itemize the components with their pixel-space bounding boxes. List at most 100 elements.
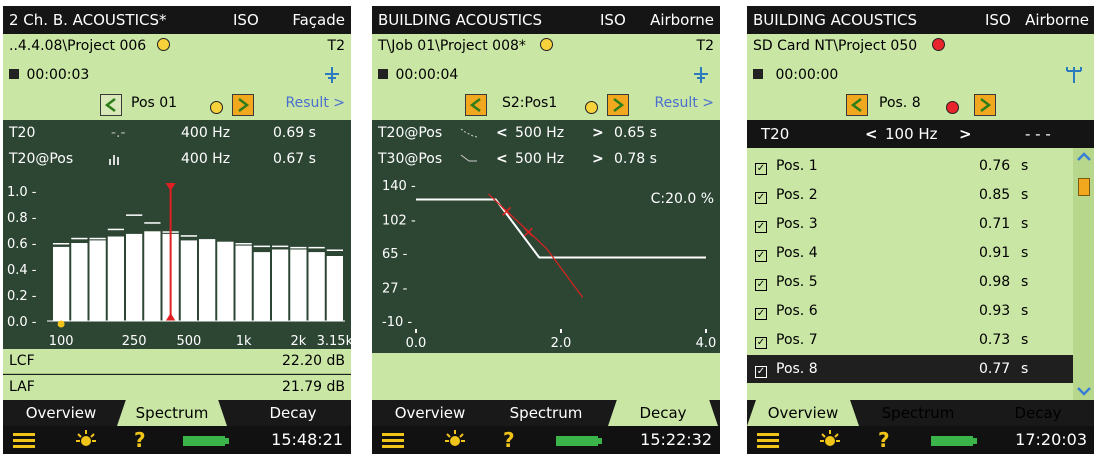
result-link[interactable]: Result > bbox=[286, 95, 345, 111]
title-bar: 2 Ch. B. ACOUSTICS* ISO Façade bbox=[3, 6, 351, 34]
transducer-label: T2 bbox=[696, 38, 714, 54]
position-unit: s bbox=[1021, 216, 1029, 232]
position-row[interactable]: ✓ Pos. 5 0.98 s bbox=[747, 268, 1073, 296]
position-row[interactable]: ✓ Pos. 6 0.93 s bbox=[747, 297, 1073, 325]
clock: 15:22:32 bbox=[640, 430, 712, 449]
standard-label: ISO bbox=[600, 11, 626, 29]
param-row-2[interactable]: T30@Pos < 500 Hz > 0.78 s bbox=[372, 146, 720, 173]
transducer-label: T2 bbox=[327, 38, 345, 54]
correlation-annotation: C:20.0 % bbox=[651, 191, 714, 207]
freq-next-icon[interactable]: > bbox=[959, 120, 972, 148]
y-tick-label: 0.8 - bbox=[7, 211, 37, 226]
tab-decay[interactable]: Decay bbox=[608, 400, 718, 426]
include-checkbox[interactable]: ✓ bbox=[755, 308, 767, 320]
scroll-thumb[interactable] bbox=[1078, 178, 1090, 196]
avg-marker bbox=[308, 246, 325, 249]
position-row[interactable]: ✓ Pos. 7 0.73 s bbox=[747, 326, 1073, 354]
menu-icon[interactable] bbox=[757, 430, 779, 451]
battery-icon bbox=[183, 436, 229, 446]
menu-icon[interactable] bbox=[13, 430, 35, 451]
param-row-1[interactable]: T20@Pos < 500 Hz > 0.65 s bbox=[372, 120, 720, 146]
next-position-button[interactable] bbox=[974, 94, 996, 116]
tab-bar: Overview Spectrum Decay bbox=[3, 400, 351, 426]
freq-prev-icon[interactable]: < bbox=[496, 146, 508, 173]
project-row[interactable]: T\Job 01\Project 008* T2 bbox=[372, 34, 720, 60]
decay-screen: BUILDING ACOUSTICS ISO Airborne T\Job 01… bbox=[372, 6, 720, 454]
timer-row: 00:00:04 bbox=[372, 60, 720, 90]
param-row-1[interactable]: T20 -.- 400 Hz 0.69 s bbox=[3, 120, 351, 146]
tab-bar: Overview Spectrum Decay bbox=[372, 400, 720, 426]
param-value: 0.78 s bbox=[614, 151, 657, 167]
decay-chart[interactable]: 140 - 102 - 65 - 27 - -10 - C:20.0 % 0.0 2.0 4.0 bbox=[372, 173, 720, 353]
include-checkbox[interactable]: ✓ bbox=[755, 279, 767, 291]
help-icon[interactable]: ? bbox=[878, 428, 890, 452]
elapsed-time: 00:00:03 bbox=[26, 67, 90, 83]
next-position-button[interactable] bbox=[232, 94, 254, 116]
standard-label: ISO bbox=[985, 11, 1011, 29]
stop-icon[interactable] bbox=[753, 69, 763, 79]
param-label: T20 bbox=[761, 125, 790, 143]
avg-marker bbox=[144, 222, 161, 224]
param-row-2[interactable]: T20@Pos 400 Hz 0.67 s bbox=[3, 146, 351, 173]
backlight-icon[interactable] bbox=[819, 429, 841, 451]
y-tick-label: 65 - bbox=[382, 247, 408, 262]
include-checkbox[interactable]: ✓ bbox=[755, 221, 767, 233]
stop-icon[interactable] bbox=[9, 69, 19, 79]
help-icon[interactable]: ? bbox=[503, 428, 515, 452]
freq-prev-icon[interactable]: < bbox=[496, 120, 508, 146]
tab-spectrum[interactable]: Spectrum bbox=[863, 400, 973, 426]
freq-next-icon[interactable]: > bbox=[592, 146, 604, 173]
spectrum-bar bbox=[89, 240, 106, 321]
elapsed-time: 00:00:00 bbox=[775, 67, 839, 83]
x-tick-mark bbox=[415, 329, 417, 333]
backlight-icon[interactable] bbox=[444, 429, 466, 451]
clock: 17:20:03 bbox=[1015, 430, 1087, 449]
readout-row-1: LCF 22.20 dB bbox=[3, 349, 351, 374]
result-link[interactable]: Result > bbox=[655, 95, 714, 111]
stop-icon[interactable] bbox=[378, 69, 388, 79]
project-row[interactable]: ..4.4.08\Project 006 T2 bbox=[3, 34, 351, 60]
include-checkbox[interactable]: ✓ bbox=[755, 192, 767, 204]
prev-position-button[interactable] bbox=[100, 94, 122, 116]
include-checkbox[interactable]: ✓ bbox=[755, 250, 767, 262]
tab-decay[interactable]: Decay bbox=[983, 400, 1093, 426]
param-header[interactable]: T20 < 100 Hz > - - - bbox=[747, 120, 1094, 148]
next-position-button[interactable] bbox=[607, 94, 629, 116]
tab-decay[interactable]: Decay bbox=[243, 400, 343, 426]
prev-position-button[interactable] bbox=[465, 94, 487, 116]
scrollbar[interactable] bbox=[1073, 148, 1094, 400]
include-checkbox[interactable]: ✓ bbox=[755, 366, 767, 378]
help-icon[interactable]: ? bbox=[134, 428, 146, 452]
y-tick-label: 0.4 - bbox=[7, 263, 37, 278]
param-freq: 400 Hz bbox=[181, 151, 231, 167]
project-row[interactable]: SD Card NT\Project 050 bbox=[747, 34, 1094, 60]
title-bar: BUILDING ACOUSTICS ISO Airborne bbox=[747, 6, 1094, 34]
avg-marker bbox=[290, 246, 307, 249]
position-row[interactable]: ✓ Pos. 8 0.77 s bbox=[747, 355, 1073, 383]
spectrum-bar bbox=[180, 240, 197, 321]
prev-position-button[interactable] bbox=[846, 94, 868, 116]
position-row[interactable]: ✓ Pos. 2 0.85 s bbox=[747, 181, 1073, 209]
backlight-icon[interactable] bbox=[75, 429, 97, 451]
scroll-down-icon[interactable] bbox=[1077, 386, 1091, 396]
freq-prev-icon[interactable]: < bbox=[865, 120, 878, 148]
position-name: Pos. 5 bbox=[776, 274, 818, 290]
tab-spectrum[interactable]: Spectrum bbox=[117, 400, 227, 426]
freq-next-icon[interactable]: > bbox=[592, 120, 604, 146]
tab-overview[interactable]: Overview bbox=[11, 400, 111, 426]
scroll-up-icon[interactable] bbox=[1077, 152, 1091, 162]
param-freq: 500 Hz bbox=[515, 151, 565, 167]
include-checkbox[interactable]: ✓ bbox=[755, 337, 767, 349]
position-row[interactable]: ✓ Pos. 3 0.71 s bbox=[747, 210, 1073, 238]
position-row[interactable]: ✓ Pos. 4 0.91 s bbox=[747, 239, 1073, 267]
tab-overview[interactable]: Overview bbox=[380, 400, 480, 426]
include-checkbox[interactable]: ✓ bbox=[755, 163, 767, 175]
position-row[interactable]: ✓ Pos. 1 0.76 s bbox=[747, 152, 1073, 180]
status-bar: ? 17:20:03 bbox=[747, 426, 1094, 454]
tab-spectrum[interactable]: Spectrum bbox=[494, 400, 598, 426]
position-value: 0.91 bbox=[979, 245, 1011, 261]
position-name: Pos. 2 bbox=[776, 187, 818, 203]
tab-overview[interactable]: Overview bbox=[747, 400, 859, 426]
menu-icon[interactable] bbox=[382, 430, 404, 451]
spectrum-chart[interactable]: 1.0 - 0.8 - 0.6 - 0.4 - 0.2 - 0.0 - 100 250 500 1… bbox=[3, 173, 351, 349]
